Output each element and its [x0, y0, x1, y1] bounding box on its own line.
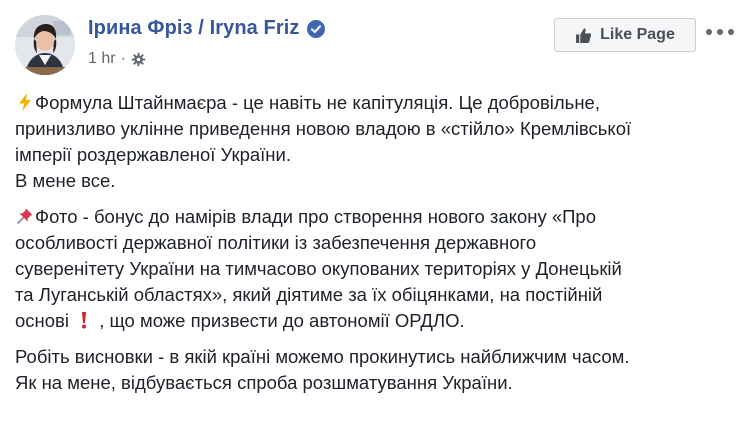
gear-icon[interactable]: [131, 52, 146, 67]
paragraph-2-line-2: особливості державної політики із забезп…: [15, 232, 537, 253]
paragraph-3: Робіть висновки - в якій країні можемо п…: [15, 344, 730, 396]
paragraph-2-line-5b: , що може призвести до автономії ОРДЛО.: [99, 310, 465, 331]
text-line: основі , що може призвести до автономії …: [15, 308, 730, 334]
meta-separator: ·: [120, 50, 126, 67]
more-dots-icon: [717, 29, 723, 35]
author-name[interactable]: Ірина Фріз / Iryna Friz: [88, 17, 300, 40]
paragraph-2-line-5a: основі: [15, 310, 69, 331]
paragraph-1: Формула Штайнмаєра - це навіть не капіту…: [15, 90, 730, 194]
paragraph-1-line-2: принизливо уклінне приведення новою влад…: [15, 118, 632, 139]
paragraph-2-line-3: суверенітету України на тимчасово окупов…: [15, 258, 622, 279]
author-row: Ірина Фріз / Iryna Friz: [88, 17, 325, 40]
paragraph-2: Фото - бонус до намірів влади про створе…: [15, 204, 730, 334]
post-timestamp[interactable]: 1 hr: [88, 50, 116, 68]
verified-badge-icon: [306, 19, 325, 38]
like-page-label: Like Page: [600, 26, 675, 43]
avatar-image: [15, 15, 75, 75]
text-line: Формула Штайнмаєра - це навіть не капіту…: [15, 90, 730, 116]
paragraph-2-line-1: Фото - бонус до намірів влади про створе…: [35, 206, 597, 227]
paragraph-3-line-2: Як на мене, відбувається спроба розшмату…: [15, 372, 513, 393]
post-body: Формула Штайнмаєра - це навіть не капіту…: [15, 90, 730, 406]
exclamation-emoji: [74, 310, 94, 330]
text-line: Фото - бонус до намірів влади про створе…: [15, 204, 730, 230]
more-options-button[interactable]: [706, 22, 734, 42]
paragraph-1-line-3: імперії роздержавленої України.: [15, 144, 291, 165]
author-avatar[interactable]: [15, 15, 75, 75]
facebook-post: Ірина Фріз / Iryna Friz 1 hr · Like Page…: [0, 0, 740, 435]
thumbs-up-icon: [575, 27, 592, 44]
lightning-emoji: [15, 92, 35, 112]
post-meta: 1 hr ·: [88, 50, 146, 68]
paragraph-1-line-1: Формула Штайнмаєра - це навіть не капіту…: [35, 92, 600, 113]
more-dots-icon: [706, 29, 712, 35]
more-dots-icon: [728, 29, 734, 35]
paragraph-1-line-4: В мене все.: [15, 170, 116, 191]
paragraph-2-line-4: та Луганській областях», який діятиме за…: [15, 284, 603, 305]
pushpin-emoji: [15, 206, 35, 226]
like-page-button[interactable]: Like Page: [554, 18, 696, 52]
paragraph-3-line-1: Робіть висновки - в якій країні можемо п…: [15, 346, 630, 367]
